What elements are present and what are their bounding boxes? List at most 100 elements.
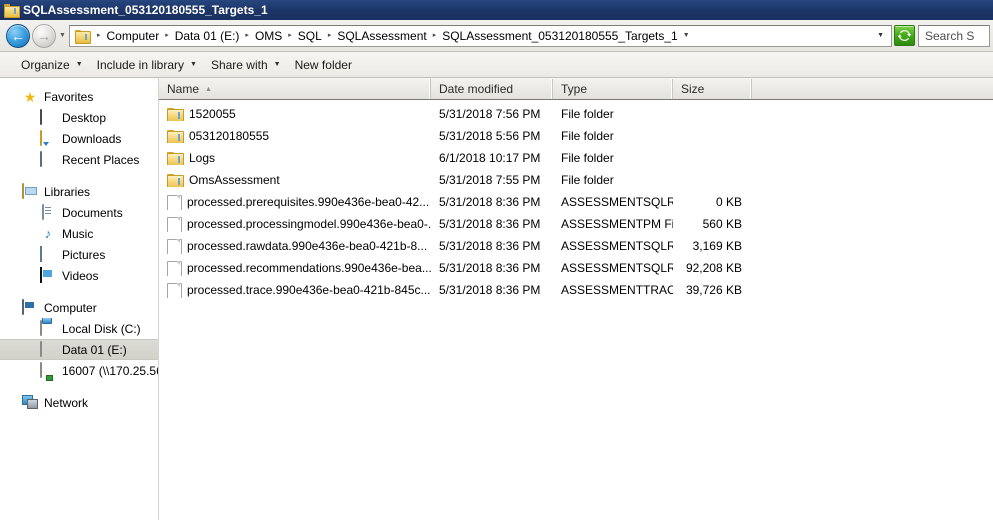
breadcrumb-item-oms[interactable]: OMS bbox=[253, 28, 284, 44]
sidebar-item-network-drive-16007[interactable]: 16007 (\\170.25.56.2█ bbox=[0, 360, 158, 381]
cell-type: File folder bbox=[561, 151, 614, 165]
cell-date-modified: 5/31/2018 8:36 PM bbox=[439, 195, 541, 209]
sidebar-item-label: Pictures bbox=[62, 247, 106, 262]
cell-size: 560 KB bbox=[702, 217, 742, 231]
cell-name[interactable]: processed.processingmodel.990e436e-bea0-… bbox=[159, 216, 431, 232]
column-header-filler[interactable] bbox=[752, 79, 993, 99]
column-header-date-modified[interactable]: Date modified bbox=[431, 79, 553, 99]
sidebar-item-libraries[interactable]: Libraries bbox=[0, 181, 158, 202]
chevron-down-icon: ▼ bbox=[75, 61, 83, 68]
pictures-icon bbox=[40, 245, 56, 263]
column-header-type[interactable]: Type bbox=[553, 79, 673, 99]
cell-name[interactable]: OmsAssessment bbox=[159, 173, 431, 187]
recent-places-icon bbox=[40, 150, 56, 168]
sidebar-item-documents[interactable]: Documents bbox=[0, 202, 158, 223]
breadcrumb-item-current[interactable]: SQLAssessment_053120180555_Targets_1 bbox=[440, 28, 680, 44]
sidebar-item-label: Desktop bbox=[62, 110, 107, 125]
sidebar-item-pictures[interactable]: Pictures bbox=[0, 244, 158, 265]
cell-name[interactable]: processed.rawdata.990e436e-bea0-421b-8..… bbox=[159, 238, 431, 254]
breadcrumb-separator-3[interactable]: ▸ bbox=[284, 32, 296, 39]
cell-name[interactable]: processed.trace.990e436e-bea0-421b-845c.… bbox=[159, 282, 431, 298]
table-row[interactable]: Logs 6/1/2018 10:17 PM File folder bbox=[159, 147, 993, 169]
table-row[interactable]: processed.trace.990e436e-bea0-421b-845c.… bbox=[159, 279, 993, 301]
sidebar-item-label: Downloads bbox=[62, 131, 122, 146]
cell-date-modified: 5/31/2018 8:36 PM bbox=[439, 283, 541, 297]
breadcrumb-item-data-01-e[interactable]: Data 01 (E:) bbox=[173, 28, 242, 44]
column-header-label: Size bbox=[681, 82, 705, 96]
cell-name[interactable]: Logs bbox=[159, 151, 431, 165]
sidebar-item-label: Videos bbox=[62, 268, 99, 283]
breadcrumb-separator-5[interactable]: ▸ bbox=[429, 32, 441, 39]
item-name: processed.rawdata.990e436e-bea0-421b-8..… bbox=[187, 239, 428, 253]
breadcrumb-separator-4[interactable]: ▸ bbox=[324, 32, 336, 39]
cell-date-modified: 5/31/2018 7:55 PM bbox=[439, 173, 541, 187]
documents-icon bbox=[40, 203, 56, 221]
table-row[interactable]: OmsAssessment 5/31/2018 7:55 PM File fol… bbox=[159, 169, 993, 191]
cell-date-modified: 5/31/2018 5:56 PM bbox=[439, 129, 541, 143]
chevron-down-icon: ▼ bbox=[273, 61, 281, 68]
breadcrumb-separator-0[interactable]: ▸ bbox=[93, 32, 105, 39]
table-row[interactable]: 1520055 5/31/2018 7:56 PM File folder bbox=[159, 103, 993, 125]
navigation-pane[interactable]: ★ Favorites Desktop Downloads Recent Pla… bbox=[0, 78, 159, 520]
cell-type: ASSESSMENTSQLR... bbox=[561, 239, 673, 253]
videos-icon bbox=[40, 266, 56, 284]
cell-name[interactable]: 1520055 bbox=[159, 107, 431, 121]
address-bar: ← → ▼ ▸ Computer ▸ Data 01 (E:) ▸ OMS ▸ … bbox=[0, 20, 993, 52]
sidebar-item-label: Libraries bbox=[44, 184, 91, 199]
include-in-library-label: Include in library bbox=[96, 57, 185, 72]
breadcrumb-item-computer[interactable]: Computer bbox=[105, 28, 162, 44]
organize-button[interactable]: Organize ▼ bbox=[14, 54, 90, 76]
sidebar-item-videos[interactable]: Videos bbox=[0, 265, 158, 286]
cell-type: ASSESSMENTPM File bbox=[561, 217, 673, 231]
refresh-button[interactable] bbox=[894, 25, 915, 46]
share-with-button[interactable]: Share with ▼ bbox=[204, 54, 288, 76]
address-folder-icon bbox=[70, 29, 93, 44]
sidebar-item-recent-places[interactable]: Recent Places bbox=[0, 149, 158, 170]
table-row[interactable]: processed.rawdata.990e436e-bea0-421b-8..… bbox=[159, 235, 993, 257]
breadcrumb-separator-2[interactable]: ▸ bbox=[241, 32, 253, 39]
column-header-label: Name bbox=[167, 82, 200, 96]
sidebar-item-data-01-e[interactable]: Data 01 (E:) bbox=[0, 339, 158, 360]
back-button[interactable]: ← bbox=[6, 23, 30, 48]
address-history-chevron-down-icon[interactable]: ▼ bbox=[873, 32, 891, 39]
table-row[interactable]: processed.recommendations.990e436e-bea..… bbox=[159, 257, 993, 279]
breadcrumb-item-sql[interactable]: SQL bbox=[296, 28, 324, 44]
sidebar-item-label: Data 01 (E:) bbox=[62, 342, 127, 357]
file-list-header: Name ▲ Date modified Type Size bbox=[159, 78, 993, 100]
include-in-library-button[interactable]: Include in library ▼ bbox=[90, 54, 204, 76]
cell-name[interactable]: 053120180555 bbox=[159, 129, 431, 143]
music-note-icon: ♪ bbox=[44, 225, 52, 241]
breadcrumb-separator-1[interactable]: ▸ bbox=[161, 32, 173, 39]
column-header-name[interactable]: Name ▲ bbox=[159, 79, 431, 99]
item-name: Logs bbox=[189, 151, 216, 165]
item-name: OmsAssessment bbox=[189, 173, 280, 187]
cell-date-modified: 5/31/2018 8:36 PM bbox=[439, 239, 541, 253]
forward-arrow-icon: → bbox=[37, 27, 51, 44]
sidebar-item-favorites[interactable]: ★ Favorites bbox=[0, 86, 158, 107]
computer-icon bbox=[22, 298, 38, 316]
cell-name[interactable]: processed.recommendations.990e436e-bea..… bbox=[159, 260, 431, 276]
sidebar-item-computer[interactable]: Computer bbox=[0, 297, 158, 318]
table-row[interactable]: processed.processingmodel.990e436e-bea0-… bbox=[159, 213, 993, 235]
sidebar-item-network[interactable]: Network bbox=[0, 392, 158, 413]
breadcrumb-item-sqlassessment[interactable]: SQLAssessment bbox=[335, 28, 428, 44]
sidebar-item-music[interactable]: ♪ Music bbox=[0, 223, 158, 244]
sidebar-item-desktop[interactable]: Desktop bbox=[0, 107, 158, 128]
table-row[interactable]: 053120180555 5/31/2018 5:56 PM File fold… bbox=[159, 125, 993, 147]
file-icon bbox=[167, 238, 182, 254]
folder-icon bbox=[4, 4, 20, 18]
cell-name[interactable]: processed.prerequisites.990e436e-bea0-42… bbox=[159, 194, 431, 210]
search-box[interactable]: Search S bbox=[918, 24, 990, 47]
explorer-body: ★ Favorites Desktop Downloads Recent Pla… bbox=[0, 78, 993, 520]
forward-button[interactable]: → bbox=[32, 23, 56, 48]
new-folder-button[interactable]: New folder bbox=[288, 54, 359, 76]
table-row[interactable]: processed.prerequisites.990e436e-bea0-42… bbox=[159, 191, 993, 213]
recent-pages-button[interactable]: ▼ bbox=[56, 25, 69, 47]
breadcrumb-end-chevron-down-icon[interactable]: ▼ bbox=[680, 32, 693, 39]
column-header-size[interactable]: Size bbox=[673, 79, 752, 99]
sidebar-item-downloads[interactable]: Downloads bbox=[0, 128, 158, 149]
sidebar-item-local-disk-c[interactable]: Local Disk (C:) bbox=[0, 318, 158, 339]
breadcrumb-bar[interactable]: ▸ Computer ▸ Data 01 (E:) ▸ OMS ▸ SQL ▸ … bbox=[69, 24, 892, 47]
cell-size: 3,169 KB bbox=[692, 239, 742, 253]
search-input[interactable]: Search S bbox=[925, 29, 974, 43]
